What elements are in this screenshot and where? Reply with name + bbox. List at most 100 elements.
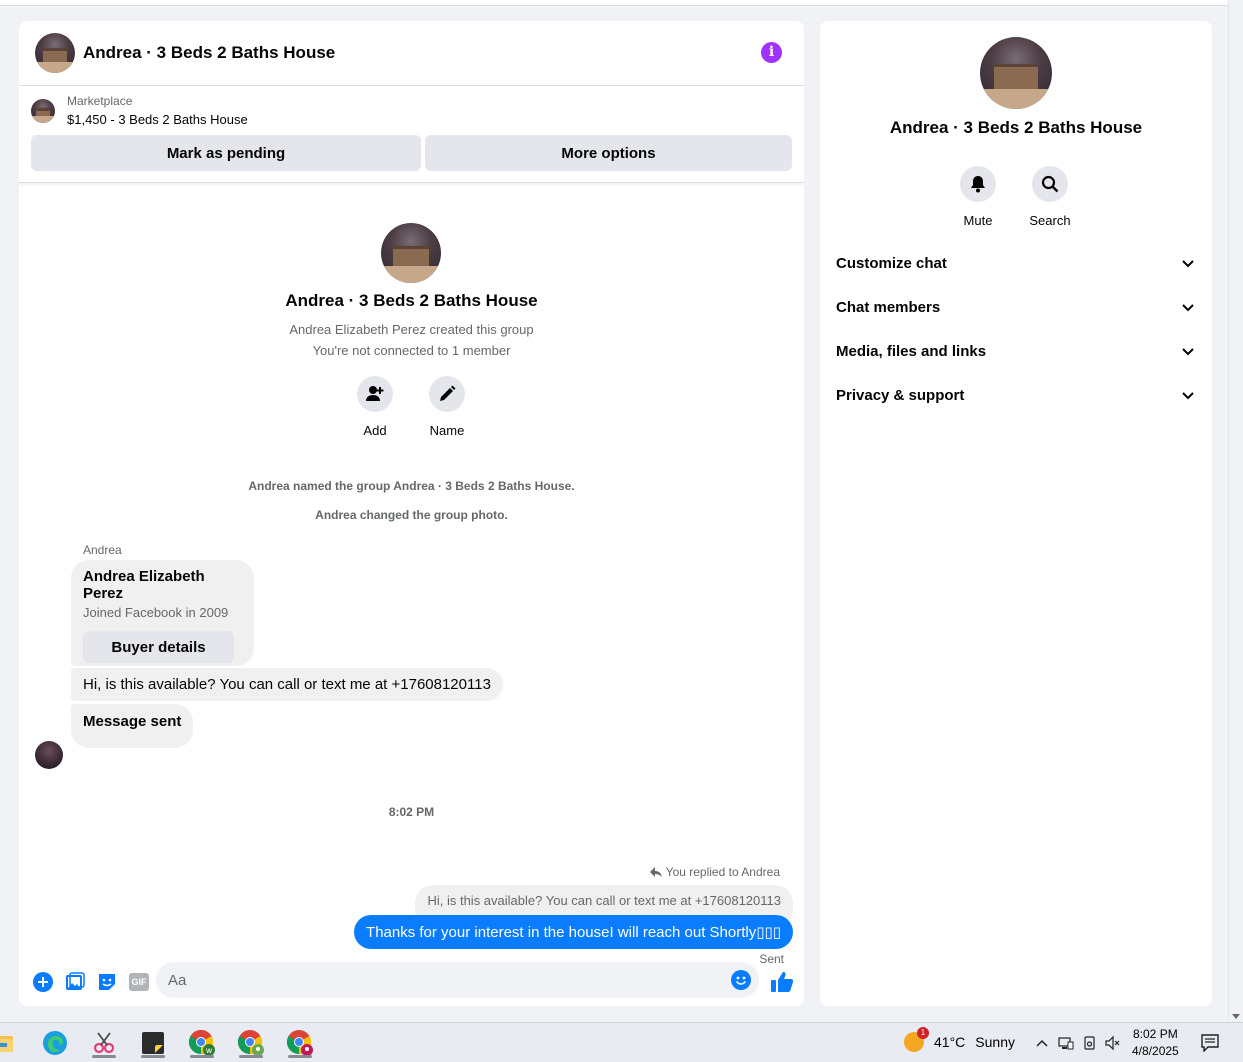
running-indicator <box>141 1055 165 1058</box>
network-icon[interactable] <box>1058 1035 1074 1051</box>
marketplace-banner: Marketplace $1,450 - 3 Beds 2 Baths Hous… <box>19 86 804 183</box>
add-person-icon[interactable] <box>357 376 393 412</box>
page-scrollbar[interactable] <box>1228 0 1243 1022</box>
created-by-text: Andrea Elizabeth Perez created this grou… <box>289 322 534 337</box>
chrome-profile-3-icon[interactable] <box>285 1028 315 1058</box>
scroll-down-arrow-icon[interactable] <box>1232 1014 1240 1019</box>
unrendered-glyphs-icon: ▯▯▯ <box>756 924 781 941</box>
volume-muted-icon[interactable] <box>1105 1035 1121 1051</box>
chat-title[interactable]: Andrea · 3 Beds 2 Baths House <box>83 43 335 63</box>
system-clock[interactable]: 8:02 PM 4/8/2025 <box>1132 1026 1179 1060</box>
details-title: Andrea · 3 Beds 2 Baths House <box>889 118 1143 137</box>
thread-title: Andrea · 3 Beds 2 Baths House <box>285 291 538 310</box>
incoming-message[interactable]: Hi, is this available? You can call or t… <box>71 668 503 701</box>
chrome-w-icon[interactable]: w <box>187 1028 217 1058</box>
message-timestamp: 8:02 PM <box>388 805 435 819</box>
system-message: Andrea changed the group photo. <box>315 508 508 522</box>
buyer-details-button[interactable]: Buyer details <box>83 631 234 663</box>
message-thread: Andrea · 3 Beds 2 Baths House Andrea Eli… <box>19 183 804 966</box>
section-customize-chat[interactable]: Customize chat <box>836 241 1196 285</box>
buyer-joined: Joined Facebook in 2009 <box>83 605 229 620</box>
section-label: Media, files and links <box>836 342 987 360</box>
mute-button[interactable]: Mute <box>948 166 1008 228</box>
mute-label: Mute <box>963 213 993 228</box>
message-input[interactable] <box>156 962 716 998</box>
clock-time: 8:02 PM <box>1133 1027 1178 1041</box>
weather-widget[interactable]: 1 41°C Sunny <box>904 1027 1015 1052</box>
reply-indicator: You replied to Andrea <box>649 865 780 879</box>
outgoing-message[interactable]: Thanks for your interest in the houseI w… <box>354 915 793 949</box>
weather-badge: 1 <box>917 1027 929 1039</box>
section-label: Customize chat <box>836 254 947 272</box>
running-indicator <box>190 1055 214 1058</box>
name-label: Name <box>429 423 465 438</box>
gif-label: GIF <box>129 973 149 991</box>
listing-thumbnail[interactable] <box>31 98 55 123</box>
sun-icon: 1 <box>904 1027 929 1052</box>
connection-text: You're not connected to 1 member <box>312 343 511 358</box>
running-indicator <box>288 1055 312 1058</box>
search-label: Search <box>1029 213 1071 228</box>
mark-pending-button[interactable]: Mark as pending <box>31 135 421 171</box>
details-panel: Andrea · 3 Beds 2 Baths House Mute Searc… <box>820 21 1212 1006</box>
system-message: Andrea named the group Andrea · 3 Beds 2… <box>248 479 575 493</box>
info-icon[interactable]: i <box>761 42 782 63</box>
edge-icon[interactable] <box>40 1028 70 1058</box>
group-avatar[interactable] <box>35 33 75 73</box>
message-input-wrapper <box>156 962 759 998</box>
sticker-icon[interactable] <box>97 972 117 992</box>
svg-text:w: w <box>206 1046 213 1055</box>
chevron-down-icon <box>1182 304 1194 312</box>
sender-name: Andrea <box>83 543 122 557</box>
thumbs-up-icon[interactable] <box>770 970 794 994</box>
windows-taskbar: w 1 41°C Sunny 8:02 PM 4/8/2025 <box>0 1022 1243 1062</box>
details-group-avatar[interactable] <box>980 37 1052 109</box>
running-indicator <box>92 1055 116 1058</box>
marketplace-label: Marketplace <box>67 94 133 108</box>
section-chat-members[interactable]: Chat members <box>836 285 1196 329</box>
reply-arrow-icon <box>649 867 662 877</box>
more-options-button[interactable]: More options <box>425 135 792 171</box>
name-group-button[interactable]: Name <box>417 376 477 438</box>
snipping-tool-icon[interactable] <box>89 1028 119 1058</box>
thread-group-avatar <box>381 223 441 283</box>
pencil-icon[interactable] <box>429 376 465 412</box>
listing-title[interactable]: $1,450 - 3 Beds 2 Baths House <box>67 112 248 127</box>
search-button[interactable]: Search <box>1020 166 1080 228</box>
chat-header: Andrea · 3 Beds 2 Baths House i <box>19 21 804 86</box>
sticky-notes-icon[interactable] <box>138 1028 168 1058</box>
chevron-down-icon <box>1182 348 1194 356</box>
replied-text: You replied to Andrea <box>665 865 780 879</box>
sender-avatar[interactable] <box>35 741 63 769</box>
buyer-card: Andrea Elizabeth Perez Joined Facebook i… <box>71 560 254 666</box>
photo-icon[interactable] <box>65 972 85 992</box>
section-label: Privacy & support <box>836 386 965 404</box>
chevron-down-icon <box>1182 392 1194 400</box>
bell-icon[interactable] <box>960 166 996 202</box>
buyer-name: Andrea Elizabeth Perez <box>83 568 205 602</box>
weather-condition: Sunny <box>975 1034 1015 1050</box>
section-label: Chat members <box>836 298 941 316</box>
notification-center-icon[interactable] <box>1201 1034 1219 1052</box>
chevron-up-icon[interactable] <box>1034 1035 1050 1051</box>
chrome-profile-2-icon[interactable] <box>236 1028 266 1058</box>
incoming-message[interactable]: Message sent <box>71 704 194 748</box>
chat-panel: Andrea · 3 Beds 2 Baths House i Marketpl… <box>19 21 804 1006</box>
clock-date: 4/8/2025 <box>1132 1044 1179 1058</box>
section-media-files-links[interactable]: Media, files and links <box>836 329 1196 373</box>
weather-temperature: 41°C <box>934 1034 966 1050</box>
gif-icon[interactable]: GIF <box>129 972 149 992</box>
chevron-down-icon <box>1182 260 1194 268</box>
search-icon[interactable] <box>1032 166 1068 202</box>
browser-top-edge <box>0 0 1228 6</box>
add-member-button[interactable]: Add <box>345 376 405 438</box>
running-indicator <box>239 1055 263 1058</box>
outgoing-message-text: Thanks for your interest in the houseI w… <box>366 924 757 941</box>
battery-plug-icon[interactable] <box>1082 1035 1098 1051</box>
plus-circle-icon[interactable] <box>33 972 53 992</box>
section-privacy-support[interactable]: Privacy & support <box>836 373 1196 417</box>
file-explorer-icon[interactable] <box>0 1028 16 1058</box>
composer-bar: GIF <box>19 958 804 1006</box>
add-label: Add <box>363 423 387 438</box>
emoji-icon[interactable] <box>731 970 751 990</box>
